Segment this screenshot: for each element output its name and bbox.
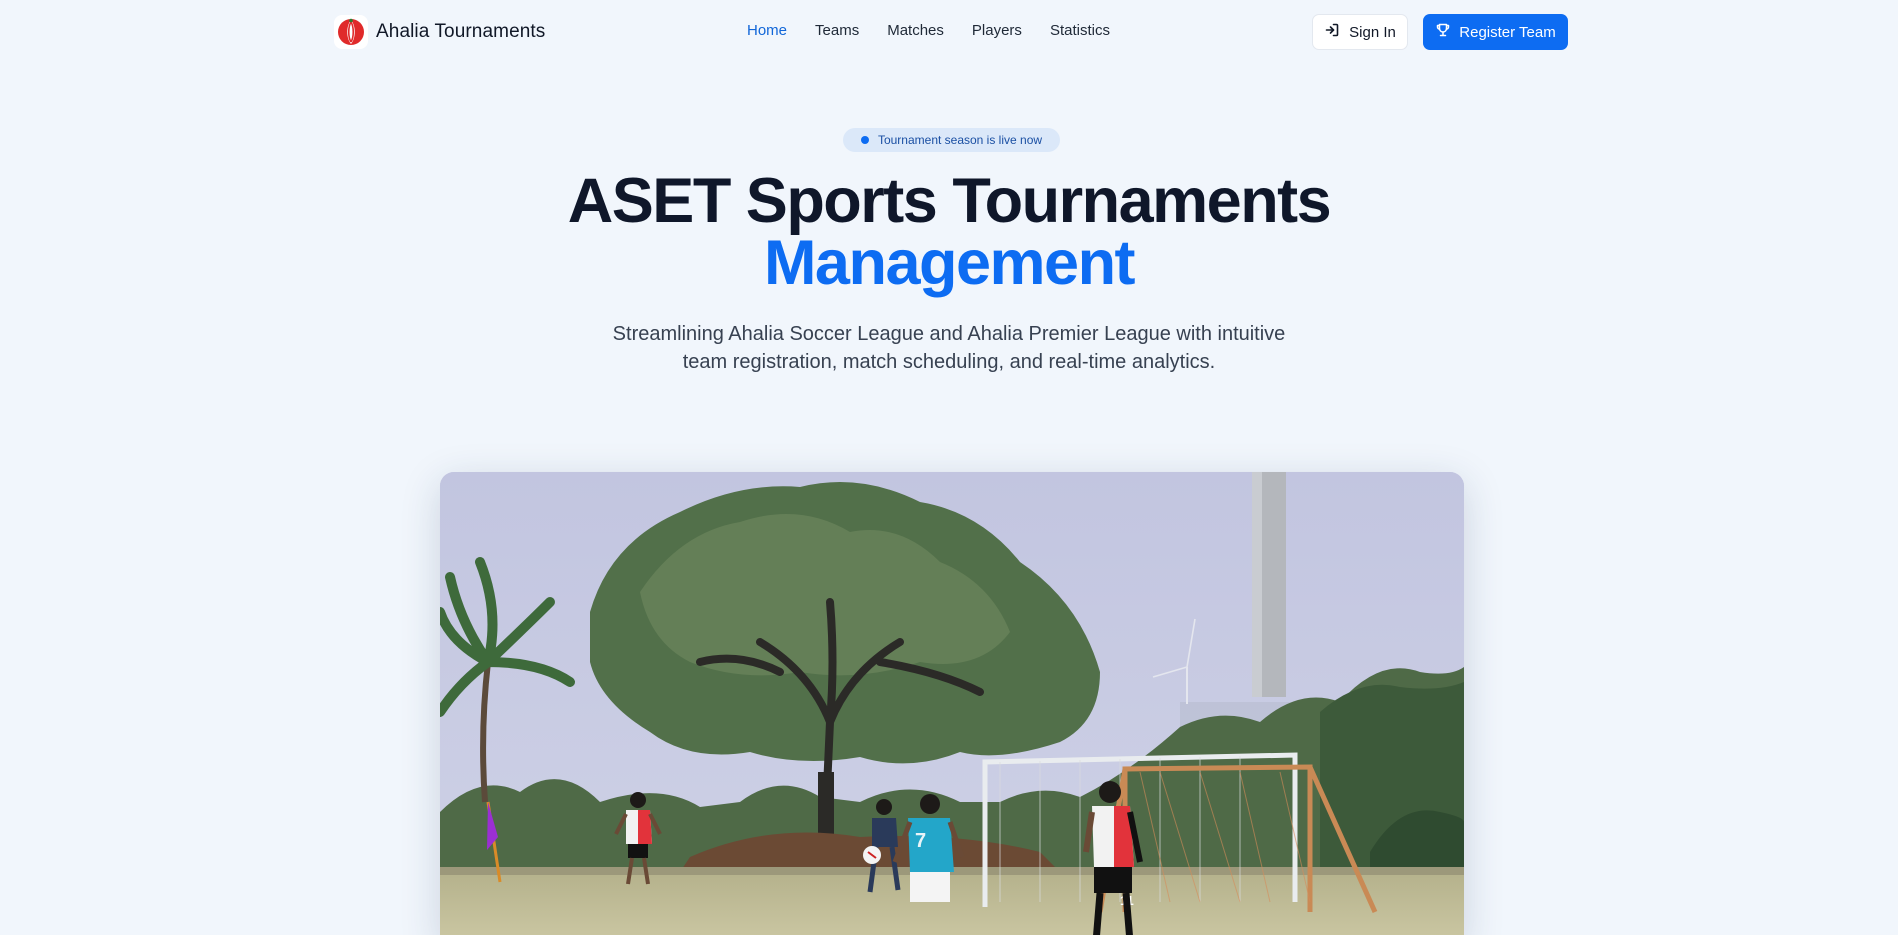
brand[interactable]: Ahalia Tournaments <box>334 14 545 50</box>
brand-name: Ahalia Tournaments <box>376 21 546 42</box>
ahalia-logo-icon <box>334 15 368 49</box>
hero-title: ASET Sports Tournaments Management <box>0 166 1898 298</box>
nav-link-home[interactable]: Home <box>747 22 787 39</box>
nav-link-matches[interactable]: Matches <box>887 22 944 39</box>
hero-image-card: 7 11 <box>440 472 1464 935</box>
register-team-button[interactable]: Register Team <box>1423 14 1568 50</box>
badge-text: Tournament season is live now <box>877 133 1043 147</box>
live-dot-icon <box>860 136 869 144</box>
sign-in-button[interactable]: Sign In <box>1312 14 1408 50</box>
top-navbar: Ahalia Tournaments Home Teams Matches Pl… <box>0 0 1898 64</box>
hero-title-line2: Management <box>763 228 1136 298</box>
sign-in-label: Sign In <box>1349 23 1396 41</box>
sign-in-icon <box>1324 22 1340 42</box>
jersey-number-7: 7 <box>915 830 926 852</box>
football-match-photo: 7 11 <box>440 472 1464 935</box>
register-team-label: Register Team <box>1459 23 1556 41</box>
nav-link-teams[interactable]: Teams <box>815 22 859 39</box>
nav-link-players[interactable]: Players <box>972 22 1022 39</box>
main-nav: Home Teams Matches Players Statistics <box>747 22 1110 39</box>
hero-title-line1: ASET Sports Tournaments <box>567 166 1332 236</box>
hero-subtitle: Streamlining Ahalia Soccer League and Ah… <box>612 323 1286 373</box>
live-status-badge: Tournament season is live now <box>843 128 1060 152</box>
trophy-icon <box>1435 22 1451 42</box>
nav-link-statistics[interactable]: Statistics <box>1050 22 1110 39</box>
